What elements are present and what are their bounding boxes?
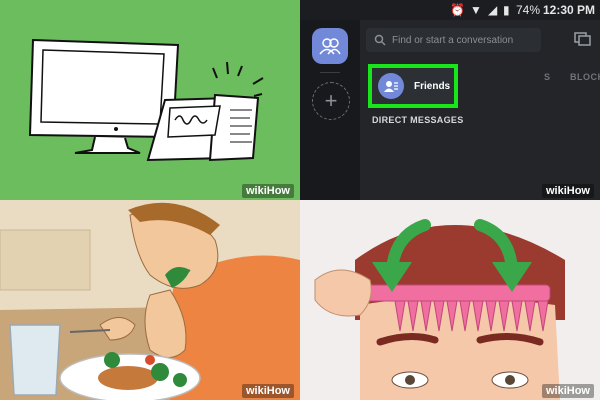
battery-icon: ▮ — [503, 3, 510, 17]
conversation-panel: Find or start a conversation S BLOCK Fri… — [360, 20, 600, 200]
watermark: wikiHow — [241, 384, 294, 398]
computer-mail-drawing — [0, 0, 300, 200]
illustration-computer-mail: wikiHow — [0, 0, 300, 200]
illustration-man-eating: wikiHow — [0, 200, 300, 400]
search-placeholder: Find or start a conversation — [392, 34, 514, 46]
comb-hair-drawing — [300, 200, 600, 400]
plus-icon: + — [324, 88, 338, 113]
alarm-icon: ⏰ — [450, 3, 465, 17]
discord-app-screenshot: ⏰ ▼ ◢ ▮ 74% 12:30 PM + Find or start a c… — [300, 0, 600, 200]
friends-icon — [378, 73, 404, 99]
status-bar: ⏰ ▼ ◢ ▮ 74% 12:30 PM — [300, 0, 600, 20]
friends-label: Friends — [414, 80, 451, 92]
people-icon — [319, 38, 341, 55]
watermark: wikiHow — [541, 184, 594, 198]
friends-button[interactable]: Friends — [368, 64, 458, 108]
watermark: wikiHow — [541, 384, 594, 398]
add-server-button[interactable]: + — [312, 82, 350, 120]
server-rail: + — [300, 20, 360, 200]
rail-divider — [320, 72, 340, 73]
man-eating-drawing — [0, 200, 300, 400]
signal-icon: ◢ — [488, 3, 498, 17]
direct-messages-home-button[interactable] — [312, 28, 348, 64]
search-icon — [374, 34, 386, 46]
tab-partial[interactable]: S — [544, 72, 551, 82]
new-group-dm-icon[interactable] — [574, 30, 592, 48]
clock: 12:30 PM — [543, 3, 596, 17]
illustration-comb-hair: wikiHow — [300, 200, 600, 400]
wifi-icon: ▼ — [470, 3, 482, 17]
search-input[interactable]: Find or start a conversation — [366, 28, 541, 52]
direct-messages-heading: DIRECT MESSAGES — [372, 115, 464, 125]
watermark: wikiHow — [241, 184, 294, 198]
battery-percent: 74% — [516, 3, 541, 17]
tab-blocked[interactable]: BLOCK — [570, 72, 600, 82]
